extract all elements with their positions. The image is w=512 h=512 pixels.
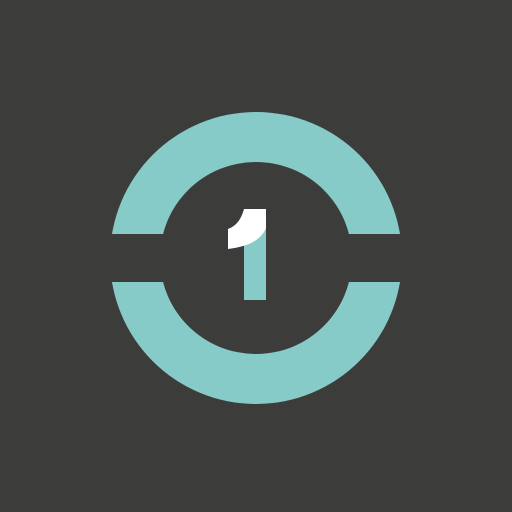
logo-svg: [0, 0, 512, 512]
app-icon-canvas: [0, 0, 512, 512]
